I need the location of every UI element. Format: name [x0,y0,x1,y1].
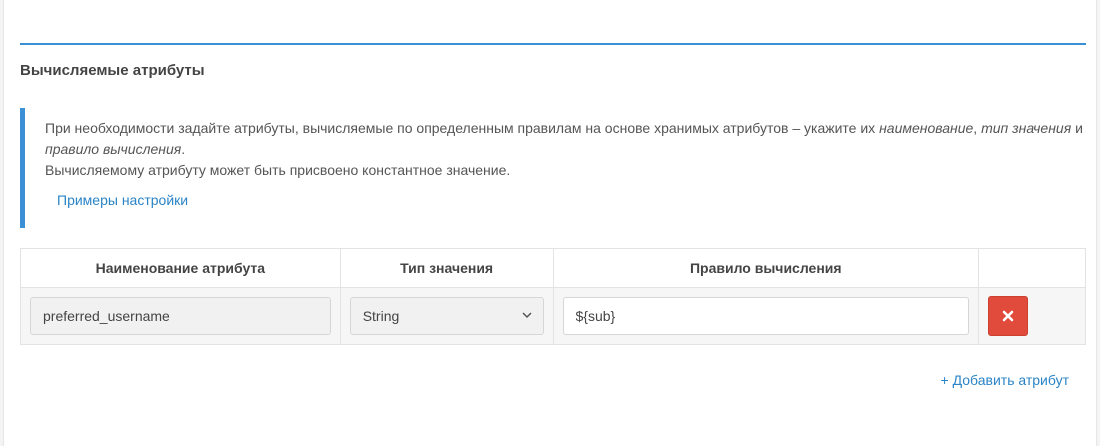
close-icon [1002,310,1014,322]
info-emphasis-name: наименование [879,120,974,136]
column-header-type: Тип значения [339,248,554,288]
info-text: . [181,141,186,157]
rule-cell [552,287,980,345]
section-divider [20,43,1086,45]
examples-link[interactable]: Примеры настройки [57,190,188,211]
info-emphasis-rule: правило вычисления [45,141,182,157]
value-type-selected: String [362,308,400,324]
info-text-line2: Вычисляемому атрибуту может быть присвое… [45,162,511,178]
type-cell: String [339,287,554,345]
add-attribute-link[interactable]: + Добавить атрибут [941,372,1069,388]
chevron-down-icon [521,312,532,319]
column-header-rule: Правило вычисления [552,248,980,288]
info-text: и [1071,120,1083,136]
column-header-name: Наименование атрибута [20,248,341,288]
rule-input[interactable] [562,297,970,335]
name-cell [20,287,341,345]
info-text: При необходимости задайте атрибуты, вычи… [45,120,880,136]
info-emphasis-type: тип значения [981,120,1072,136]
value-type-select[interactable]: String [349,297,544,335]
table-header-row: Наименование атрибута Тип значения Прави… [20,248,1086,288]
actions-cell [978,287,1086,345]
settings-card: Вычисляемые атрибуты При необходимости з… [3,0,1097,446]
attribute-name-input[interactable] [30,297,331,335]
attributes-table: Наименование атрибута Тип значения Прави… [20,248,1086,345]
delete-attribute-button[interactable] [988,296,1029,336]
info-text: , [973,120,982,136]
section-title: Вычисляемые атрибуты [20,62,205,79]
table-row: String [20,287,1086,345]
info-callout: При необходимости задайте атрибуты, вычи… [20,108,1086,228]
column-header-actions [978,248,1086,288]
info-text-line1: При необходимости задайте атрибуты, вычи… [45,118,1086,160]
